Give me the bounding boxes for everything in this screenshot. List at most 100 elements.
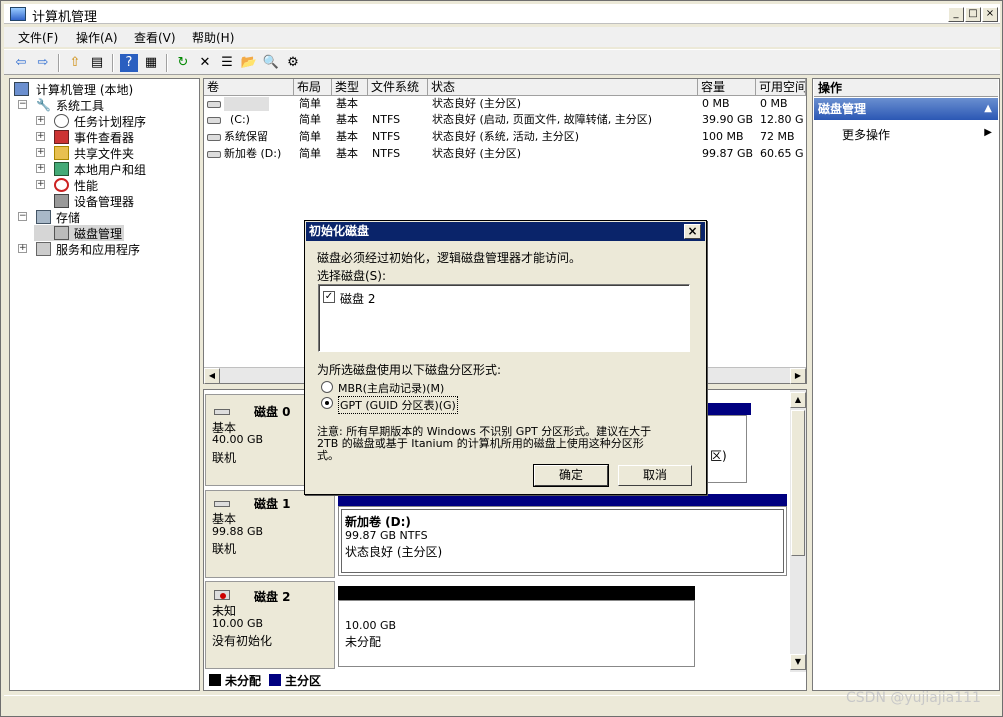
dialog-title-bar: 初始化磁盘 × — [306, 222, 705, 241]
toolbar-separator — [58, 54, 60, 72]
cell: 基本 — [336, 130, 358, 143]
table-row[interactable]: 系统保留 简单 基本 NTFS 状态良好 (系统, 活动, 主分区) 100 M… — [204, 129, 806, 145]
volume-status: 区) — [710, 449, 727, 463]
close-button[interactable]: × — [982, 7, 998, 22]
col-free[interactable]: 可用空间 — [756, 79, 806, 96]
mbr-option[interactable]: MBR(主启动记录)(M) — [321, 379, 471, 395]
show-hide-tree-icon[interactable]: ▤ — [88, 54, 106, 72]
console-tree: 计算机管理 (本地) − 🔧 系统工具 + 任务计划程序 + 事件查看器 + 共… — [9, 78, 200, 691]
watermark: CSDN @yujiajia111 — [846, 690, 981, 706]
disk-0-partition-bar — [707, 403, 751, 415]
expander[interactable]: + — [36, 132, 45, 141]
col-volume[interactable]: 卷 — [204, 79, 294, 96]
disk-listbox[interactable]: ✓ 磁盘 2 — [318, 284, 690, 352]
cell: 状态良好 (主分区) — [432, 97, 522, 110]
disk-2-checkbox[interactable]: ✓ — [323, 291, 335, 303]
expander[interactable]: + — [36, 164, 45, 173]
cell: 基本 — [336, 147, 358, 160]
table-row[interactable]: 简单 基本 状态良好 (主分区) 0 MB 0 MB — [204, 96, 806, 112]
tree-label: 存储 — [56, 211, 81, 225]
cell: 状态良好 (系统, 活动, 主分区) — [432, 130, 580, 143]
disk-0-volume[interactable]: 区) — [707, 415, 747, 483]
col-filesystem[interactable]: 文件系统 — [368, 79, 428, 96]
minimize-button[interactable]: _ — [948, 7, 964, 22]
scroll-up-icon[interactable]: ▲ — [790, 392, 806, 408]
properties-icon[interactable]: ☰ — [218, 54, 236, 72]
delete-icon[interactable]: ✕ — [196, 54, 214, 72]
expander[interactable]: − — [18, 100, 27, 109]
cell: NTFS — [372, 130, 401, 143]
cell: 状态良好 (启动, 页面文件, 故障转储, 主分区) — [432, 113, 653, 126]
disk-2-volume[interactable]: 10.00 GB 未分配 — [338, 600, 695, 667]
note-line-3: 式。 — [317, 449, 339, 462]
window-title: 计算机管理 — [32, 10, 98, 25]
main-window: 计算机管理 _ □ × 文件(F) 操作(A) 查看(V) 帮助(H) ⇦ ⇨ … — [0, 0, 1003, 717]
disk-name: 磁盘 0 — [254, 405, 291, 419]
maximize-button[interactable]: □ — [965, 7, 981, 22]
open-folder-icon[interactable]: 📂 — [240, 54, 258, 72]
col-status[interactable]: 状态 — [428, 79, 698, 96]
disk-management-icon — [54, 226, 69, 240]
tree-label: 任务计划程序 — [74, 115, 147, 129]
expander[interactable]: + — [36, 148, 45, 157]
tree-label: 服务和应用程序 — [56, 243, 141, 257]
cell: 72 MB — [760, 130, 795, 143]
vertical-scrollbar[interactable]: ▲ ▼ — [790, 390, 806, 672]
cell: NTFS — [372, 147, 401, 160]
col-layout[interactable]: 布局 — [294, 79, 332, 96]
redacted-cell — [224, 97, 269, 111]
table-row[interactable]: 新加卷 (D:) 简单 基本 NTFS 状态良好 (主分区) 99.87 GB … — [204, 146, 806, 162]
legend: 未分配 主分区 — [205, 671, 789, 689]
gpt-radio[interactable] — [321, 397, 333, 409]
disk-size: 99.88 GB — [212, 525, 264, 538]
actions-disk-management[interactable]: 磁盘管理 ▲ — [814, 98, 998, 120]
search-icon[interactable]: 🔍 — [262, 54, 280, 72]
menu-file[interactable]: 文件(F) — [18, 29, 58, 46]
gpt-option[interactable]: GPT (GUID 分区表)(G) — [321, 395, 471, 414]
expander[interactable]: + — [36, 116, 45, 125]
scroll-down-icon[interactable]: ▼ — [790, 654, 806, 670]
disk-1-info[interactable]: 磁盘 1 基本 99.88 GB 联机 — [205, 490, 335, 578]
expander[interactable]: + — [36, 180, 45, 189]
refresh-icon[interactable]: ↻ — [174, 54, 192, 72]
cancel-button[interactable]: 取消 — [618, 465, 692, 486]
ok-button[interactable]: 确定 — [533, 464, 609, 487]
collapse-icon[interactable]: ▲ — [984, 98, 992, 120]
table-row[interactable]: (C:) 简单 基本 NTFS 状态良好 (启动, 页面文件, 故障转储, 主分… — [204, 112, 806, 128]
forward-icon[interactable]: ⇨ — [34, 54, 52, 72]
disk-1-partition-bar — [338, 494, 787, 506]
col-capacity[interactable]: 容量 — [698, 79, 756, 96]
disk-size: 40.00 GB — [212, 433, 264, 446]
wizard-icon[interactable]: ⚙ — [284, 54, 302, 72]
more-actions[interactable]: 更多操作 ▶ — [842, 126, 992, 144]
volume-size: 10.00 GB — [345, 619, 397, 632]
cell: 简单 — [299, 147, 321, 160]
view-icon[interactable]: ▦ — [142, 54, 160, 72]
menu-help[interactable]: 帮助(H) — [192, 29, 234, 46]
expander[interactable]: + — [18, 244, 27, 253]
disk-2-info[interactable]: 磁盘 2 未知 10.00 GB 没有初始化 — [205, 581, 335, 669]
cell: 12.80 G — [760, 113, 804, 126]
menu-action[interactable]: 操作(A) — [76, 29, 118, 46]
disk-2-label: 磁盘 2 — [340, 292, 376, 306]
dialog-title: 初始化磁盘 — [309, 224, 370, 238]
expander[interactable]: − — [18, 212, 27, 221]
up-icon[interactable]: ⇧ — [66, 54, 84, 72]
scroll-left-icon[interactable]: ◀ — [204, 368, 220, 384]
dialog-close-button[interactable]: × — [684, 224, 701, 239]
help-icon[interactable]: ? — [120, 54, 138, 72]
scroll-thumb[interactable] — [791, 410, 805, 556]
scroll-right-icon[interactable]: ▶ — [790, 368, 806, 384]
disk-1-volume[interactable]: 新加卷 (D:) 99.87 GB NTFS 状态良好 (主分区) — [338, 506, 787, 576]
disk-name: 磁盘 1 — [254, 497, 291, 511]
tree-label: 性能 — [74, 179, 99, 193]
tree-item-disk-management[interactable]: 磁盘管理 — [34, 225, 124, 241]
back-icon[interactable]: ⇦ — [12, 54, 30, 72]
col-type[interactable]: 类型 — [332, 79, 368, 96]
cell: 简单 — [299, 97, 321, 110]
menu-view[interactable]: 查看(V) — [134, 29, 176, 46]
mbr-radio[interactable] — [321, 381, 333, 393]
disk-2-list-item[interactable]: ✓ 磁盘 2 — [323, 289, 403, 306]
cell: 0 MB — [760, 97, 788, 110]
volume-status: 未分配 — [345, 635, 382, 649]
